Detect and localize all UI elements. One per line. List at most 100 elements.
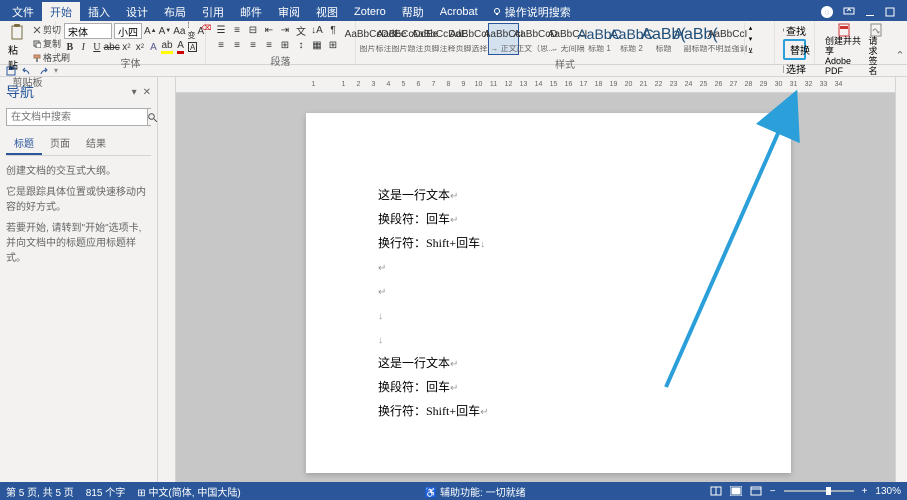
shrink-font-icon[interactable]: A▼ [159, 24, 172, 38]
shading-icon[interactable]: ▦ [310, 38, 324, 52]
align-left-icon[interactable]: ≡ [214, 38, 228, 52]
menu-view[interactable]: 视图 [308, 2, 346, 22]
style-gallery-item[interactable]: AaBbCcD页脚选择 [456, 23, 487, 55]
clear-format-icon[interactable]: A⌫ [197, 24, 204, 38]
paste-icon [8, 24, 26, 42]
ribbon-options-icon[interactable] [843, 7, 855, 17]
status-words[interactable]: 815 个字 [86, 484, 125, 499]
superscript-icon[interactable]: x2 [134, 40, 146, 54]
document-line[interactable]: 换行符：Shift+回车↵ [378, 399, 727, 423]
italic-icon[interactable]: I [78, 40, 90, 54]
zoom-out-icon[interactable]: − [770, 486, 776, 497]
nav-dropdown-icon[interactable]: ▾ [132, 87, 137, 98]
document-line[interactable]: 换行符：Shift+回车↓ [378, 231, 727, 255]
style-scroll-down-icon[interactable]: ▾ [746, 35, 756, 44]
bullets-icon[interactable]: ☰ [214, 23, 228, 37]
menu-review[interactable]: 审阅 [270, 2, 308, 22]
maximize-icon[interactable] [885, 7, 895, 17]
lightbulb-icon [492, 7, 502, 17]
indent-left-icon[interactable]: ⇤ [262, 23, 276, 37]
nav-tab-headings[interactable]: 标题 [6, 132, 42, 155]
show-marks-icon[interactable]: ¶ [326, 23, 340, 37]
underline-icon[interactable]: U [91, 40, 103, 54]
subscript-icon[interactable]: x2 [121, 40, 133, 54]
line-spacing-icon[interactable]: ↕ [294, 38, 308, 52]
menu-help[interactable]: 帮助 [394, 2, 432, 22]
minimize-icon[interactable] [865, 7, 875, 17]
search-icon [148, 113, 157, 122]
find-button[interactable]: 查找 [783, 23, 806, 38]
justify-icon[interactable]: ≡ [262, 38, 276, 52]
collapse-ribbon-icon[interactable]: ⌃ [893, 21, 907, 64]
menu-layout[interactable]: 布局 [156, 2, 194, 22]
replace-button[interactable]: 替换 [783, 39, 806, 60]
status-lang[interactable]: ⊞ 中文(简体, 中国大陆) [137, 484, 240, 499]
select-button[interactable]: 选择 [783, 61, 806, 76]
menu-insert[interactable]: 插入 [80, 2, 118, 22]
highlight-icon[interactable]: ab [161, 40, 173, 54]
nav-search-input[interactable] [7, 110, 147, 125]
nav-tab-pages[interactable]: 页面 [42, 132, 78, 155]
font-name-input[interactable] [64, 23, 112, 39]
numbering-icon[interactable]: ≡ [230, 23, 244, 37]
menu-zotero[interactable]: Zotero [346, 4, 394, 20]
bold-icon[interactable]: B [64, 40, 76, 54]
document-line[interactable]: ↓ [378, 303, 727, 327]
document-line[interactable]: ↓ [378, 327, 727, 351]
qat-dropdown-icon[interactable]: ▾ [54, 66, 58, 75]
tell-me-search[interactable]: 操作说明搜索 [492, 4, 571, 20]
document-line[interactable]: 这是一行文本↵ [378, 351, 727, 375]
web-layout-icon[interactable] [750, 486, 762, 496]
asian-layout-icon[interactable]: 文 [294, 23, 308, 37]
strike-icon[interactable]: abc [105, 40, 119, 54]
status-page[interactable]: 第 5 页, 共 5 页 [6, 484, 74, 499]
menu-file[interactable]: 文件 [4, 2, 42, 22]
font-color-icon[interactable]: A [175, 40, 187, 54]
font-size-input[interactable] [114, 23, 142, 39]
document-line[interactable]: 换段符：回车↵ [378, 207, 727, 231]
char-border-icon[interactable]: A [188, 42, 197, 52]
document-line[interactable]: ↵ [378, 255, 727, 279]
style-gallery-item[interactable]: AaBbCcI不明显强调 [712, 23, 743, 55]
menu-acrobat[interactable]: Acrobat [432, 4, 486, 20]
print-layout-icon[interactable] [730, 486, 742, 496]
style-gallery-item[interactable]: AaBbCcD正文（思... [520, 23, 551, 55]
zoom-level[interactable]: 130% [875, 486, 901, 497]
document-line[interactable]: 这是一行文本↵ [378, 183, 727, 207]
phonetic-icon[interactable]: ⁞变 [187, 24, 195, 38]
style-scroll-up-icon[interactable]: ▴ [746, 23, 756, 32]
create-pdf-button[interactable]: 创建并共享Adobe PDF [825, 23, 862, 77]
user-avatar[interactable]: ◌ [821, 6, 833, 18]
vertical-scrollbar[interactable] [895, 77, 907, 495]
distributed-icon[interactable]: ⊞ [278, 38, 292, 52]
paste-button[interactable]: 粘贴 [4, 23, 30, 73]
align-right-icon[interactable]: ≡ [246, 38, 260, 52]
copy-icon [33, 40, 41, 48]
menu-references[interactable]: 引用 [194, 2, 232, 22]
text-effects-icon[interactable]: A [148, 40, 160, 54]
nav-tab-results[interactable]: 结果 [78, 132, 114, 155]
menu-home[interactable]: 开始 [42, 2, 80, 22]
font-group-label: 字体 [60, 54, 201, 71]
zoom-slider[interactable] [784, 490, 854, 492]
menu-design[interactable]: 设计 [118, 2, 156, 22]
read-mode-icon[interactable] [710, 486, 722, 496]
document-line[interactable]: ↵ [378, 279, 727, 303]
nav-search-button[interactable] [147, 109, 157, 125]
style-gallery-item[interactable]: AaBb(副标题 [680, 23, 711, 55]
nav-close-icon[interactable]: ✕ [143, 87, 151, 98]
request-sign-button[interactable]: 请求签名 [868, 23, 883, 77]
sort-icon[interactable]: ↓A [310, 23, 324, 37]
grow-font-icon[interactable]: A▲ [144, 24, 157, 38]
document-page[interactable]: 这是一行文本↵换段符：回车↵换行符：Shift+回车↓↵↵↓↓这是一行文本↵换段… [306, 113, 791, 473]
document-line[interactable]: 换段符：回车↵ [378, 375, 727, 399]
style-expand-icon[interactable]: ⊻ [746, 46, 756, 55]
borders-icon[interactable]: ⊞ [326, 38, 340, 52]
change-case-icon[interactable]: Aa [173, 24, 185, 38]
menu-mailings[interactable]: 邮件 [232, 2, 270, 22]
multilevel-icon[interactable]: ⊟ [246, 23, 260, 37]
status-accessibility[interactable]: ♿ 辅助功能: 一切就绪 [425, 484, 526, 499]
indent-right-icon[interactable]: ⇥ [278, 23, 292, 37]
align-center-icon[interactable]: ≡ [230, 38, 244, 52]
zoom-in-icon[interactable]: + [862, 486, 868, 497]
